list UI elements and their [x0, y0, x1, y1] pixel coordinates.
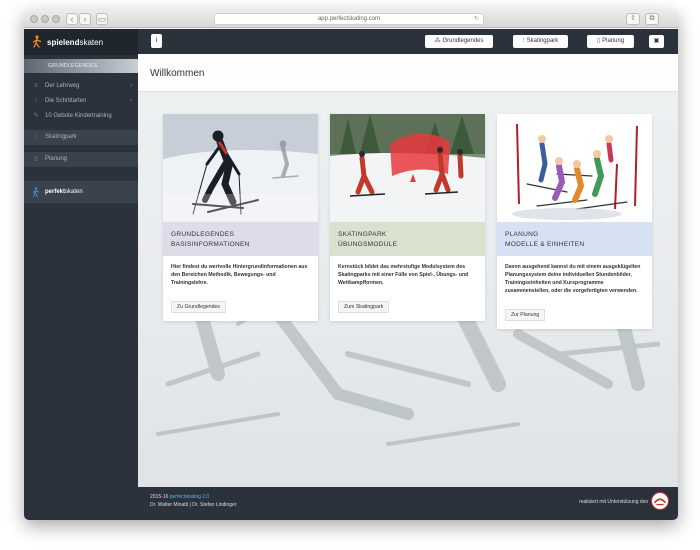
footer-credits: 2015-16 perfectskating 2.0 Dr. Walter Mi… [150, 494, 237, 508]
sidebar-item-schrittarten[interactable]: ⁞ Die Schrittarten › [24, 94, 138, 109]
forward-button[interactable]: › [79, 13, 91, 25]
sidebar-item-gebote[interactable]: ✎ 10 Gebote Kindertraining [24, 109, 138, 124]
group-icon: ⁂ [434, 38, 441, 44]
card-image-skiers-snow [163, 114, 318, 222]
main-content: Willkommen GRUNDLEGENDES BASISINFORMATIO… [138, 54, 678, 487]
skatingpark-button[interactable]: ⁝ Skatingpark [513, 35, 568, 48]
footer: 2015-16 perfectskating 2.0 Dr. Walter Mi… [138, 487, 678, 520]
page-header: Willkommen [138, 54, 678, 92]
reload-icon[interactable]: ↻ [474, 14, 479, 25]
card-planung: PLANUNG MODELLE & EINHEITEN Davon ausgeh… [497, 114, 652, 329]
card-header: SKATINGPARK ÜBUNGSMODULE [330, 222, 485, 256]
card-grundlegendes: GRUNDLEGENDES BASISINFORMATIONEN Hier fi… [163, 114, 318, 321]
grundlegendes-button[interactable]: ⁂ Grundlegendes [425, 35, 493, 48]
close-window-button[interactable] [30, 15, 38, 23]
sidebar-item-skatingpark[interactable]: ⁝ Skatingpark [24, 130, 138, 145]
skater-logo-icon [32, 35, 42, 48]
chevron-right-icon: › [130, 83, 132, 89]
zoom-window-button[interactable] [52, 15, 60, 23]
sidebar-item-label: Planung [45, 156, 68, 162]
sidebar-item-planung[interactable]: ▯ Planung [24, 152, 138, 167]
sidebar-item-grundlegendes[interactable]: GRUNDLEGENDES [24, 59, 138, 73]
footer-brand-link[interactable]: perfectskating 2.0 [170, 494, 209, 500]
app-logo[interactable]: spielendskaten [24, 29, 138, 55]
share-icon[interactable]: ⇧ [626, 13, 640, 25]
tabs-icon[interactable]: ⧉ [645, 13, 659, 25]
book-icon: ▯ [34, 156, 38, 162]
planung-button[interactable]: ▯ Planung [587, 35, 634, 48]
wrench-icon: ✎ [33, 113, 39, 119]
address-bar[interactable]: app.perfectskating.com ↻ [214, 13, 484, 25]
book-icon: ▯ [596, 38, 601, 44]
skater-blue-icon [32, 186, 40, 197]
sidebar-item-label: Der Lehrweg [45, 83, 80, 89]
sidebar-item-label: 10 Gebote Kindertraining [45, 113, 112, 119]
card-description: Davon ausgehend kannst du mit einem ausg… [505, 264, 641, 294]
print-button[interactable]: ▣ [649, 35, 664, 48]
pin-icon: ⁝ [522, 38, 525, 44]
sidebar-toggle-icon[interactable]: ▭ [96, 13, 108, 25]
back-button[interactable]: ‹ [66, 13, 78, 25]
zur-planung-button[interactable]: Zur Planung [505, 309, 546, 321]
zum-skatingpark-button[interactable]: Zum Skatingpark [338, 301, 390, 313]
footer-support-text: realisiert mit Unterstützung des [579, 499, 648, 505]
pin-icon: ⁝ [35, 134, 37, 140]
card-description: Hier findest du wertvolle Hintergrundinf… [171, 264, 308, 286]
chevron-right-icon: › [130, 98, 132, 104]
sidebar: spielendskaten GRUNDLEGENDES ≡ Der Lehrw… [24, 29, 138, 520]
page-title: Willkommen [150, 68, 205, 79]
card-description: Kernstück bildet das mehrstufige Modulsy… [338, 264, 469, 286]
sidebar-item-label: Skatingpark [45, 134, 77, 140]
card-header: PLANUNG MODELLE & EINHEITEN [497, 222, 652, 256]
card-skatingpark: SKATINGPARK ÜBUNGSMODULE Kernstück bilde… [330, 114, 485, 321]
top-navigation: i ⁂ Grundlegendes ⁝ Skatingpark ▯ Planung ▣ [138, 29, 678, 54]
sidebar-item-label: Die Schrittarten [45, 98, 87, 104]
info-menu-button[interactable]: i [151, 34, 162, 48]
list-icon: ≡ [34, 83, 38, 89]
brand-text: perfektskaten [45, 189, 83, 195]
steps-icon: ⁞ [35, 98, 37, 104]
card-image-skatingpark [330, 114, 485, 222]
sponsor-logo-icon[interactable] [651, 492, 669, 510]
card-image-illustration-skiers [497, 114, 652, 222]
browser-titlebar: ‹ › ▭ app.perfectskating.com ↻ ⇧ ⧉ [24, 10, 678, 28]
logo-text: spielendskaten [47, 37, 104, 47]
browser-window: ‹ › ▭ app.perfectskating.com ↻ ⇧ ⧉ spiel… [24, 10, 678, 520]
zu-grundlegendes-button[interactable]: Zu Grundlegendes [171, 301, 226, 313]
card-header: GRUNDLEGENDES BASISINFORMATIONEN [163, 222, 318, 256]
minimize-window-button[interactable] [41, 15, 49, 23]
sidebar-item-perfektskaten[interactable]: perfektskaten [24, 181, 138, 203]
address-text: app.perfectskating.com [317, 16, 381, 22]
sidebar-item-lehrweg[interactable]: ≡ Der Lehrweg › [24, 79, 138, 94]
